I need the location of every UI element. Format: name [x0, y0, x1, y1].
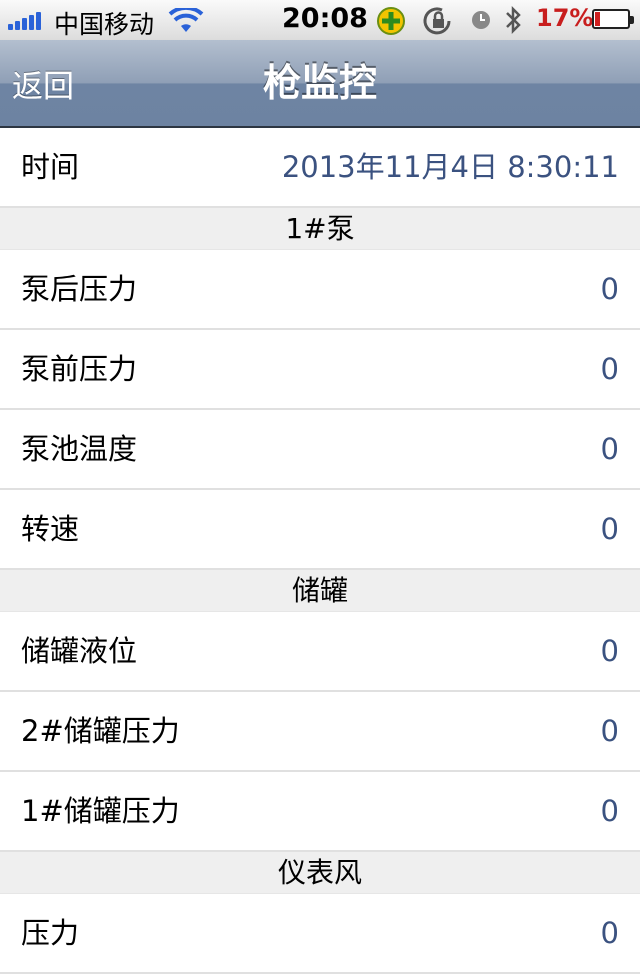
list-item[interactable]: 储罐液位 0	[0, 612, 640, 692]
item-label: 泵后压力	[21, 272, 138, 306]
item-label: 储罐液位	[21, 634, 138, 668]
time-value: 2013年11月4日 8:30:11	[281, 150, 619, 184]
list-item[interactable]: 泵池温度 0	[0, 410, 640, 490]
wifi-icon	[168, 8, 204, 32]
back-button[interactable]: 返回	[0, 40, 100, 126]
carrier-name: 中国移动	[54, 10, 155, 39]
time-label: 时间	[21, 150, 80, 184]
navigation-bar: 枪监控 返回	[0, 40, 640, 128]
bluetooth-icon	[506, 5, 521, 35]
item-value: 0	[600, 916, 619, 950]
status-bar: 中国移动 20:08 17%	[0, 0, 640, 40]
list-item[interactable]: 1#储罐压力 0	[0, 772, 640, 852]
status-time: 20:08	[282, 3, 368, 34]
rotation-lock-icon	[423, 7, 451, 35]
alarm-icon	[472, 11, 490, 29]
battery-percent: 17%	[536, 4, 594, 32]
list-item[interactable]: 泵后压力 0	[0, 250, 640, 330]
section-header: 储罐	[0, 570, 640, 612]
section-header: 1#泵	[0, 208, 640, 250]
item-label: 1#储罐压力	[21, 794, 180, 828]
item-value: 0	[600, 272, 619, 306]
time-row[interactable]: 时间 2013年11月4日 8:30:11	[0, 128, 640, 208]
item-label: 转速	[21, 512, 80, 546]
monitor-list: 时间 2013年11月4日 8:30:11 1#泵泵后压力 0 泵前压力 0 泵池温度 0…	[0, 128, 640, 974]
list-item[interactable]: 压力 0	[0, 894, 640, 974]
item-value: 0	[600, 714, 619, 748]
item-value: 0	[600, 634, 619, 668]
item-value: 0	[600, 432, 619, 466]
app-badge-icon	[377, 7, 405, 35]
list-item[interactable]: 转速 0	[0, 490, 640, 570]
item-value: 0	[600, 794, 619, 828]
item-value: 0	[600, 352, 619, 386]
section-header: 仪表风	[0, 852, 640, 894]
item-label: 2#储罐压力	[21, 714, 180, 748]
list-item[interactable]: 泵前压力 0	[0, 330, 640, 410]
list-item[interactable]: 2#储罐压力 0	[0, 692, 640, 772]
item-value: 0	[600, 512, 619, 546]
signal-icon	[8, 10, 48, 30]
item-label: 泵前压力	[21, 352, 138, 386]
item-label: 压力	[21, 916, 80, 950]
item-label: 泵池温度	[21, 432, 138, 466]
battery-icon	[592, 9, 634, 29]
